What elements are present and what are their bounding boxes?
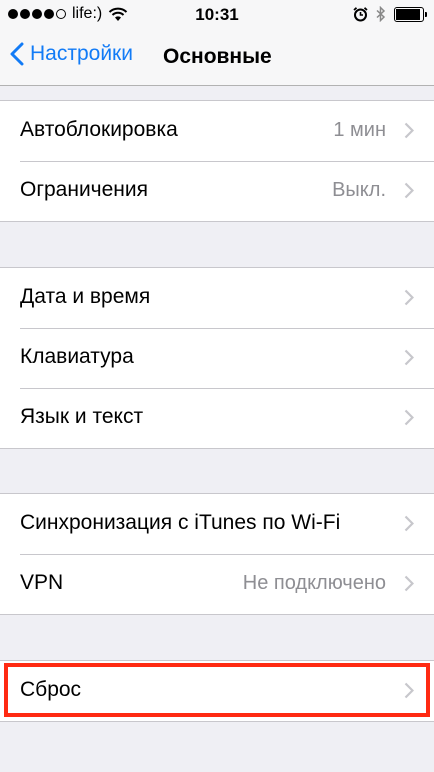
status-bar: life:) 10:31: [0, 0, 434, 30]
row-label: VPN: [20, 571, 64, 594]
chevron-right-icon: [404, 182, 414, 199]
navigation-bar: Настройки Основные: [0, 30, 434, 86]
row-itunes-wifi-sync[interactable]: Синхронизация с iTunes по Wi-Fi: [0, 494, 434, 554]
row-label: Клавиатура: [20, 345, 134, 368]
row-vpn[interactable]: VPN Не подключено: [0, 554, 434, 614]
back-button[interactable]: Настройки: [10, 42, 133, 66]
row-reset[interactable]: Сброс: [0, 661, 434, 721]
chevron-right-icon: [404, 349, 414, 366]
back-button-label: Настройки: [30, 42, 133, 65]
row-label: Автоблокировка: [20, 118, 178, 141]
chevron-right-icon: [404, 682, 414, 699]
chevron-right-icon: [404, 515, 414, 532]
settings-group-network: Синхронизация с iTunes по Wi-Fi VPN Не п…: [0, 493, 434, 615]
row-label: Язык и текст: [20, 405, 144, 428]
row-label: Сброс: [20, 678, 82, 701]
chevron-right-icon: [404, 575, 414, 592]
settings-group-locale: Дата и время Клавиатура Язык и текст: [0, 267, 434, 449]
bluetooth-icon: [376, 6, 386, 22]
status-right: [353, 6, 427, 22]
row-label: Дата и время: [20, 285, 151, 308]
chevron-right-icon: [404, 289, 414, 306]
row-language-text[interactable]: Язык и текст: [0, 388, 434, 448]
row-date-time[interactable]: Дата и время: [0, 268, 434, 328]
row-value: Выкл.: [332, 179, 386, 201]
row-auto-lock[interactable]: Автоблокировка 1 мин: [0, 101, 434, 161]
settings-group-reset: Сброс: [0, 660, 434, 722]
chevron-right-icon: [404, 122, 414, 139]
alarm-icon: [353, 6, 368, 21]
row-value: 1 мин: [333, 119, 386, 141]
row-value: Не подключено: [242, 572, 386, 594]
page-title: Основные: [163, 45, 272, 68]
chevron-right-icon: [404, 409, 414, 426]
row-restrictions[interactable]: Ограничения Выкл.: [0, 161, 434, 221]
chevron-left-icon: [10, 42, 24, 66]
row-label: Синхронизация с iTunes по Wi-Fi: [20, 511, 341, 534]
row-label: Ограничения: [20, 178, 148, 201]
settings-group-lock: Автоблокировка 1 мин Ограничения Выкл.: [0, 100, 434, 222]
battery-icon: [394, 6, 427, 22]
row-keyboard[interactable]: Клавиатура: [0, 328, 434, 388]
